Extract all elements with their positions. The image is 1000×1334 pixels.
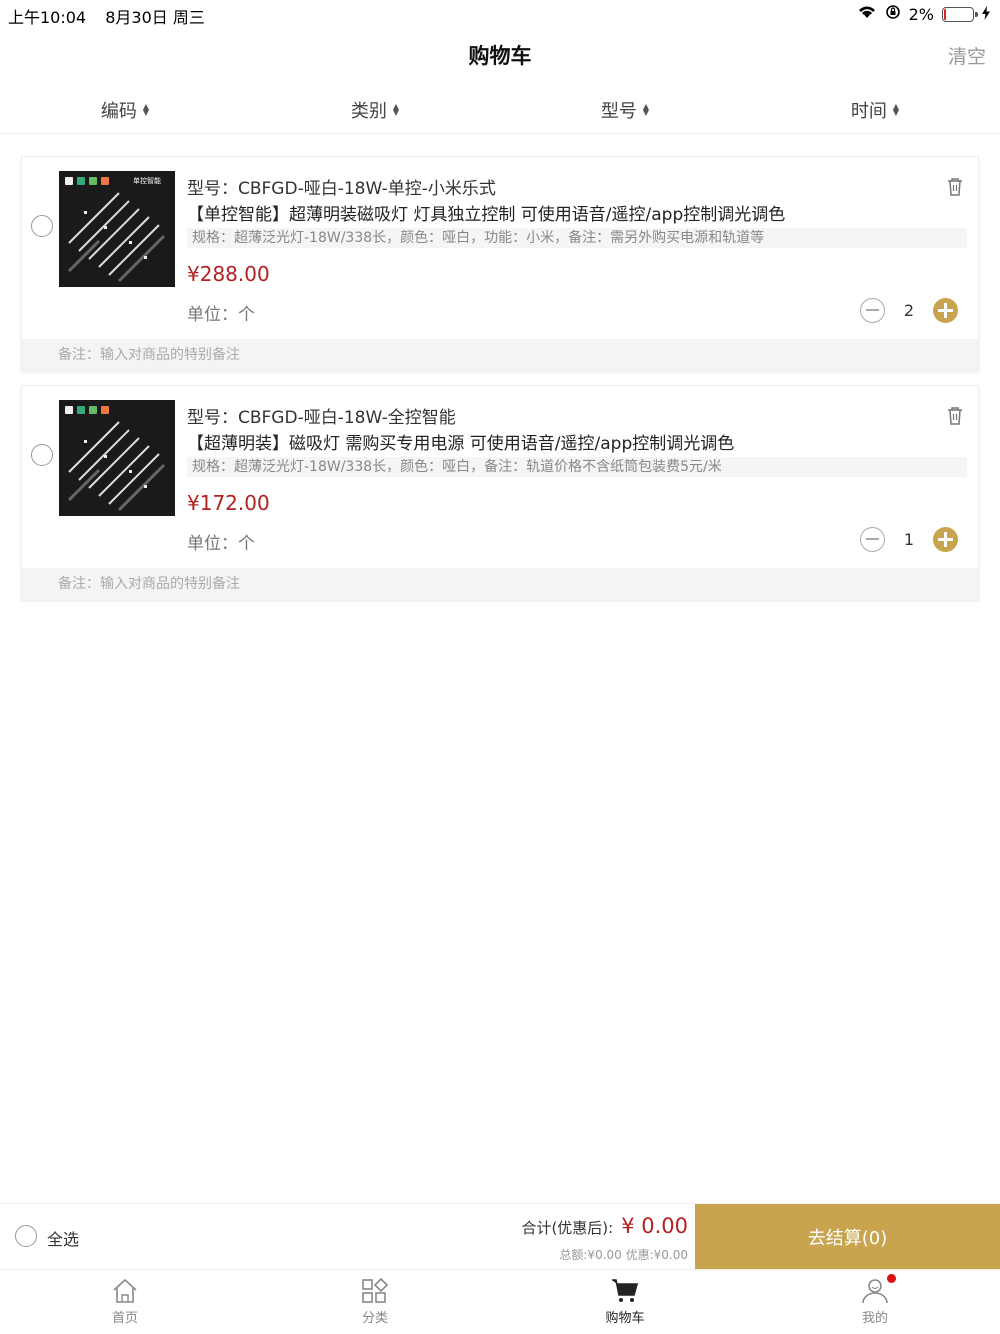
item-description: 【超薄明装】磁吸灯 需购买专用电源 可使用语音/遥控/app控制调光调色 xyxy=(187,434,735,454)
increase-quantity-button[interactable] xyxy=(933,527,958,552)
quantity-value: 1 xyxy=(903,530,915,549)
status-date: 8月30日 周三 xyxy=(105,8,205,27)
category-icon xyxy=(362,1278,389,1303)
item-description: 【单控智能】超薄明装磁吸灯 灯具独立控制 可使用语音/遥控/app控制调光调色 xyxy=(187,205,786,225)
select-all-radio[interactable] xyxy=(15,1225,37,1247)
tab-label: 分类 xyxy=(361,1311,388,1326)
product-thumbnail[interactable]: 单控智能 xyxy=(59,171,175,287)
item-spec: 规格：超薄泛光灯-18W/338长，颜色：哑白，备注：轨道价格不含纸筒包装费5元… xyxy=(187,457,967,477)
wifi-icon xyxy=(857,4,877,24)
select-all-label[interactable]: 全选 xyxy=(47,1226,79,1250)
total-line: 合计(优惠后): ¥ 0.00 xyxy=(521,1214,688,1238)
thumb-label: 单控智能 xyxy=(133,177,161,185)
decrease-quantity-button[interactable] xyxy=(860,298,885,323)
item-model: 型号：CBFGD-哑白-18W-单控-小米乐式 xyxy=(187,179,496,199)
clear-button[interactable]: 清空 xyxy=(948,42,986,69)
battery-fill xyxy=(944,8,946,20)
sort-label: 类别 xyxy=(350,100,387,122)
quantity-stepper: 2 xyxy=(860,298,958,323)
tab-bar: 首页 分类 购物车 我的 xyxy=(0,1269,1000,1334)
sort-code[interactable]: 编码 ▲ ▼ xyxy=(0,86,250,133)
tab-label: 首页 xyxy=(111,1311,138,1326)
sort-bar: 编码 ▲ ▼ 类别 ▲ ▼ 型号 ▲ ▼ 时间 ▲ ▼ xyxy=(0,86,1000,134)
sort-arrows-icon: ▲ ▼ xyxy=(892,101,900,117)
item-unit: 单位：个 xyxy=(187,305,255,325)
status-bar: 上午10:04 8月30日 周三 2% xyxy=(0,0,1000,28)
cart-list: 单控智能 型号：CBFGD-哑白-18W-单控-小米乐式 【单控智能】超薄明装磁… xyxy=(21,156,979,614)
trash-icon[interactable] xyxy=(946,177,964,197)
item-unit: 单位：个 xyxy=(187,534,255,554)
charging-icon xyxy=(982,5,990,24)
tab-label: 我的 xyxy=(861,1311,888,1326)
sort-model[interactable]: 型号 ▲ ▼ xyxy=(500,86,750,133)
cart-item: 型号：CBFGD-哑白-18W-全控智能 【超薄明装】磁吸灯 需购买专用电源 可… xyxy=(21,385,979,601)
notification-badge xyxy=(887,1274,896,1283)
quantity-value: 2 xyxy=(903,301,915,320)
trash-icon[interactable] xyxy=(946,406,964,426)
remark-input[interactable]: 备注：输入对商品的特别备注 xyxy=(22,339,978,371)
sort-arrows-icon: ▲ ▼ xyxy=(142,101,150,117)
cart-item: 单控智能 型号：CBFGD-哑白-18W-单控-小米乐式 【单控智能】超薄明装磁… xyxy=(21,156,979,372)
battery-icon xyxy=(942,6,978,22)
tab-category[interactable]: 分类 xyxy=(250,1270,500,1334)
rotation-lock-icon xyxy=(885,4,901,24)
thumb-app-icons xyxy=(65,406,109,414)
battery-percent: 2% xyxy=(908,4,934,24)
item-price: ¥288.00 xyxy=(187,262,270,286)
checkout-button[interactable]: 去结算(0) xyxy=(695,1204,1000,1270)
item-price: ¥172.00 xyxy=(187,491,270,515)
thumb-app-icons xyxy=(65,177,109,185)
tab-profile[interactable]: 我的 xyxy=(750,1270,1000,1334)
tab-cart[interactable]: 购物车 xyxy=(500,1270,750,1334)
increase-quantity-button[interactable] xyxy=(933,298,958,323)
subtotal-discount: 总额:¥0.00 优惠:¥0.00 xyxy=(559,1248,688,1262)
remark-input[interactable]: 备注：输入对商品的特别备注 xyxy=(22,568,978,600)
checkout-bar: 全选 合计(优惠后): ¥ 0.00 总额:¥0.00 优惠:¥0.00 去结算… xyxy=(0,1203,1000,1270)
quantity-stepper: 1 xyxy=(860,527,958,552)
tab-home[interactable]: 首页 xyxy=(0,1270,250,1334)
nav-bar: 购物车 清空 xyxy=(0,28,1000,82)
status-time: 上午10:04 xyxy=(8,8,87,27)
sort-label: 编码 xyxy=(100,100,137,122)
sort-label: 时间 xyxy=(850,100,887,122)
sort-arrows-icon: ▲ ▼ xyxy=(642,101,650,117)
item-select-radio[interactable] xyxy=(31,215,53,237)
page-title: 购物车 xyxy=(468,44,532,68)
sort-category[interactable]: 类别 ▲ ▼ xyxy=(250,86,500,133)
profile-icon xyxy=(862,1279,888,1304)
sort-label: 型号 xyxy=(600,100,637,122)
item-spec: 规格：超薄泛光灯-18W/338长，颜色：哑白，功能：小米，备注：需另外购买电源… xyxy=(187,228,967,248)
sort-time[interactable]: 时间 ▲ ▼ xyxy=(750,86,1000,133)
decrease-quantity-button[interactable] xyxy=(860,527,885,552)
tab-label: 购物车 xyxy=(605,1311,645,1326)
item-model: 型号：CBFGD-哑白-18W-全控智能 xyxy=(187,408,456,428)
sort-arrows-icon: ▲ ▼ xyxy=(392,101,400,117)
total-label: 合计(优惠后): xyxy=(521,1219,614,1237)
total-value: ¥ 0.00 xyxy=(621,1214,688,1238)
product-thumbnail[interactable] xyxy=(59,400,175,516)
home-icon xyxy=(113,1278,137,1303)
cart-icon xyxy=(612,1279,639,1302)
item-select-radio[interactable] xyxy=(31,444,53,466)
